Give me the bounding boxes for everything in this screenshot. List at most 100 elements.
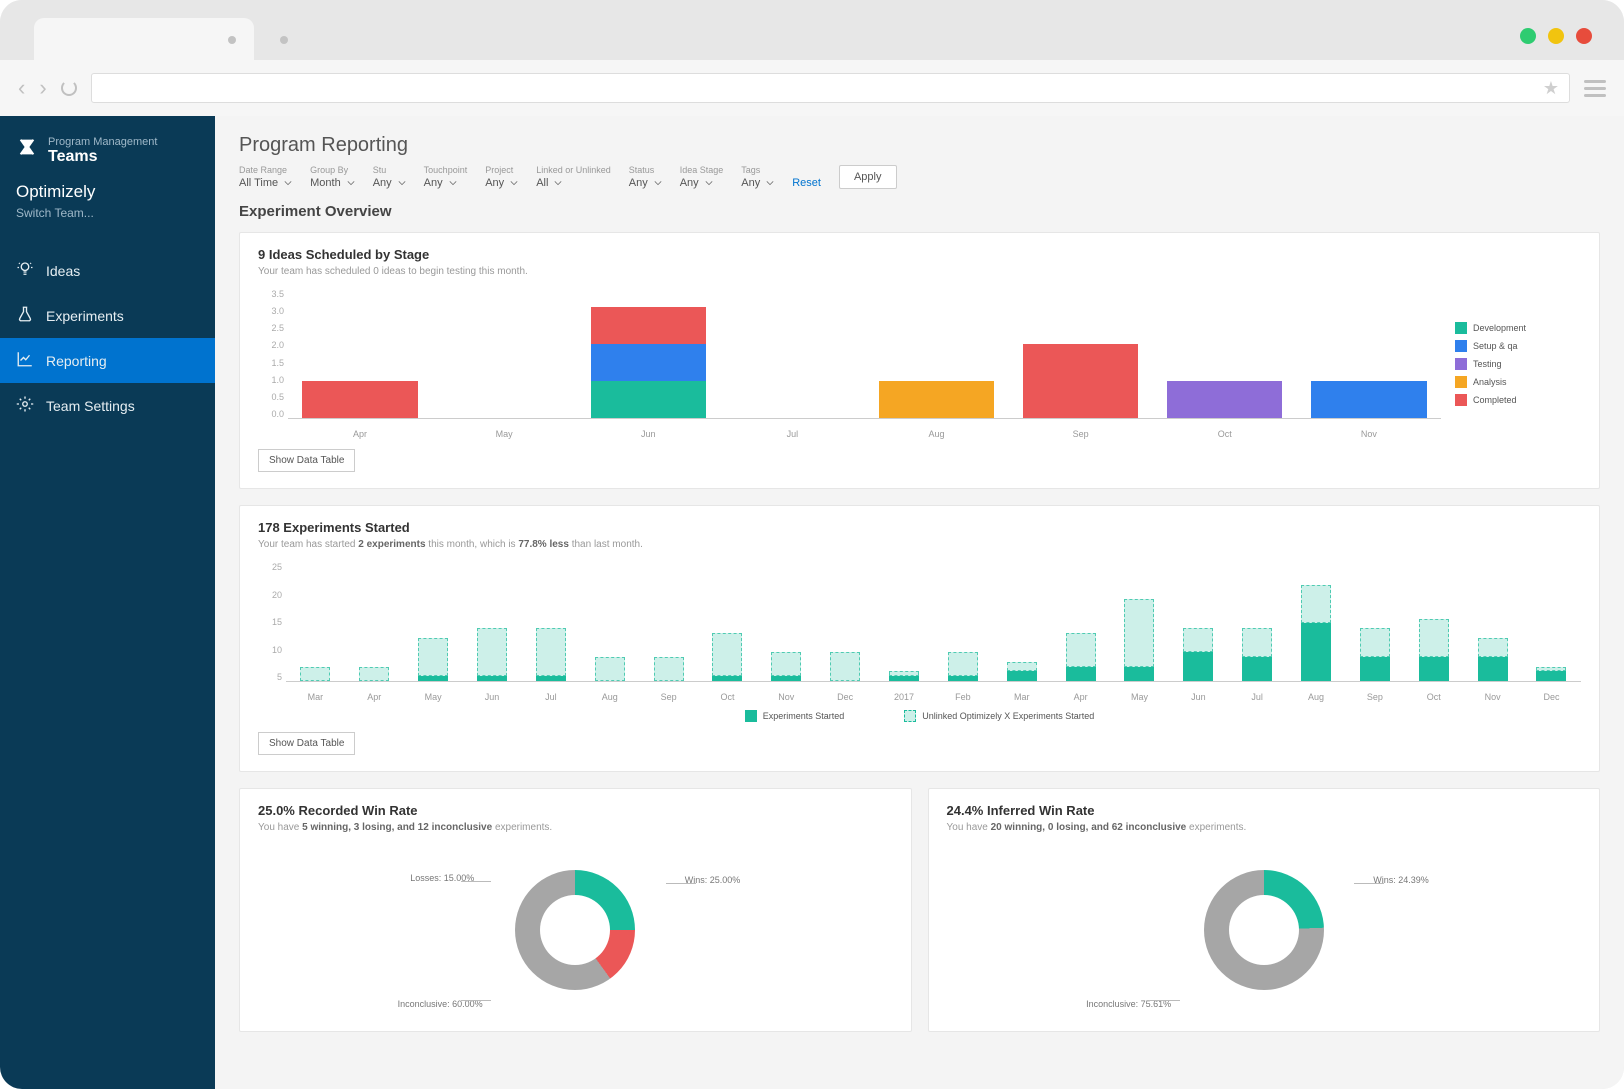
tab-strip bbox=[0, 0, 1624, 60]
url-input[interactable]: ★ bbox=[91, 73, 1570, 103]
filter-value: Any bbox=[629, 177, 648, 189]
section-title: Experiment Overview bbox=[239, 203, 1600, 220]
filter-label: Group By bbox=[310, 165, 355, 175]
chevron-down-icon bbox=[284, 179, 292, 187]
reload-icon[interactable] bbox=[61, 80, 77, 96]
switch-team-link[interactable]: Switch Team... bbox=[16, 206, 199, 220]
tab-close-icon[interactable] bbox=[228, 36, 236, 44]
chart-experiments-started: 252015105 MarAprMayJunJulAugSepOctNovDec… bbox=[258, 562, 1581, 702]
filter-value: Any bbox=[485, 177, 504, 189]
chart-ideas-by-stage: 3.53.02.52.01.51.00.50.0 AprMayJunJulAug… bbox=[258, 289, 1441, 439]
new-tab-icon[interactable] bbox=[280, 36, 288, 44]
minimize-icon[interactable] bbox=[1520, 28, 1536, 44]
filter-label: Status bbox=[629, 165, 662, 175]
filter-label: Tags bbox=[741, 165, 774, 175]
product-name: Teams bbox=[48, 148, 157, 166]
url-toolbar: ‹ › ★ bbox=[0, 60, 1624, 116]
reset-filters-link[interactable]: Reset bbox=[792, 177, 821, 189]
brand-logo-icon bbox=[16, 136, 38, 158]
card-recorded-win-rate: 25.0% Recorded Win Rate You have 5 winni… bbox=[239, 788, 912, 1032]
chevron-down-icon bbox=[347, 179, 355, 187]
filter-tags[interactable]: Tags Any bbox=[741, 165, 774, 189]
filter-touchpoint[interactable]: Touchpoint Any bbox=[424, 165, 468, 189]
chart-recorded-win-rate: Wins: 25.00% Losses: 15.00% Inconclusive… bbox=[258, 845, 893, 1015]
chevron-down-icon bbox=[654, 179, 662, 187]
filter-value: Any bbox=[741, 177, 760, 189]
bookmark-star-icon[interactable]: ★ bbox=[1543, 78, 1559, 99]
sidebar-item-ideas[interactable]: Ideas bbox=[0, 248, 215, 293]
chevron-down-icon bbox=[554, 179, 562, 187]
window-controls bbox=[1520, 28, 1592, 44]
filter-group-by[interactable]: Group By Month bbox=[310, 165, 355, 189]
chevron-down-icon bbox=[510, 179, 518, 187]
sidebar-item-label: Reporting bbox=[46, 353, 107, 369]
filter-value: Any bbox=[424, 177, 443, 189]
filter-bar: Date RangeAll TimeGroup ByMonthStuAnyTou… bbox=[239, 165, 1600, 189]
team-block: Optimizely Switch Team... bbox=[0, 178, 215, 238]
sidebar: Program Management Teams Optimizely Swit… bbox=[0, 116, 215, 1089]
browser-frame: ‹ › ★ Program Management Teams Optimizel… bbox=[0, 0, 1624, 1089]
sidebar-header: Program Management Teams bbox=[0, 116, 215, 178]
back-icon[interactable]: ‹ bbox=[18, 75, 25, 101]
card-title: 24.4% Inferred Win Rate bbox=[947, 803, 1582, 818]
lightbulb-icon bbox=[16, 260, 34, 281]
filter-value: Any bbox=[680, 177, 699, 189]
product-line: Program Management bbox=[48, 136, 157, 148]
sidebar-item-team-settings[interactable]: Team Settings bbox=[0, 383, 215, 428]
show-data-table-button[interactable]: Show Data Table bbox=[258, 449, 355, 472]
card-ideas-by-stage: 9 Ideas Scheduled by Stage Your team has… bbox=[239, 232, 1600, 489]
close-window-icon[interactable] bbox=[1576, 28, 1592, 44]
filter-label: Linked or Unlinked bbox=[536, 165, 611, 175]
gear-icon bbox=[16, 395, 34, 416]
card-subtitle: You have 20 winning, 0 losing, and 62 in… bbox=[947, 822, 1582, 833]
sidebar-nav: Ideas Experiments Reporting Team Settings bbox=[0, 248, 215, 428]
card-subtitle: You have 5 winning, 3 losing, and 12 inc… bbox=[258, 822, 893, 833]
main-content: Program Reporting Date Range All Time Grou… bbox=[215, 116, 1624, 1089]
show-data-table-button[interactable]: Show Data Table bbox=[258, 732, 355, 755]
filter-label: Idea Stage bbox=[680, 165, 724, 175]
card-title: 178 Experiments Started bbox=[258, 520, 1581, 535]
filter-status[interactable]: Status Any bbox=[629, 165, 662, 189]
forward-icon[interactable]: › bbox=[39, 75, 46, 101]
chart-inferred-win-rate: Wins: 24.39% Inconclusive: 75.61% bbox=[947, 845, 1582, 1015]
filter-value: Any bbox=[373, 177, 392, 189]
sidebar-item-experiments[interactable]: Experiments bbox=[0, 293, 215, 338]
filter-label: Date Range bbox=[239, 165, 292, 175]
card-inferred-win-rate: 24.4% Inferred Win Rate You have 20 winn… bbox=[928, 788, 1601, 1032]
sidebar-item-label: Team Settings bbox=[46, 398, 135, 414]
filter-value: All bbox=[536, 177, 548, 189]
chart-icon bbox=[16, 350, 34, 371]
filter-value: Month bbox=[310, 177, 341, 189]
apply-filters-button[interactable]: Apply bbox=[839, 165, 897, 189]
filter-value: All Time bbox=[239, 177, 278, 189]
sidebar-item-label: Ideas bbox=[46, 263, 80, 279]
card-subtitle: Your team has started 2 experiments this… bbox=[258, 539, 1581, 550]
filter-project[interactable]: Project Any bbox=[485, 165, 518, 189]
sidebar-item-label: Experiments bbox=[46, 308, 124, 324]
sidebar-item-reporting[interactable]: Reporting bbox=[0, 338, 215, 383]
filter-label: Stu bbox=[373, 165, 406, 175]
maximize-icon[interactable] bbox=[1548, 28, 1564, 44]
filter-linked-or-unlinked[interactable]: Linked or Unlinked All bbox=[536, 165, 611, 189]
menu-icon[interactable] bbox=[1584, 80, 1606, 97]
page-title: Program Reporting bbox=[239, 134, 1600, 157]
filter-date-range[interactable]: Date Range All Time bbox=[239, 165, 292, 189]
filter-label: Touchpoint bbox=[424, 165, 468, 175]
app-shell: Program Management Teams Optimizely Swit… bbox=[0, 116, 1624, 1089]
legend: Experiments Started Unlinked Optimizely … bbox=[258, 710, 1581, 722]
card-subtitle: Your team has scheduled 0 ideas to begin… bbox=[258, 266, 1581, 277]
card-experiments-started: 178 Experiments Started Your team has st… bbox=[239, 505, 1600, 772]
chevron-down-icon bbox=[705, 179, 713, 187]
card-title: 25.0% Recorded Win Rate bbox=[258, 803, 893, 818]
filter-stu[interactable]: Stu Any bbox=[373, 165, 406, 189]
flask-icon bbox=[16, 305, 34, 326]
chevron-down-icon bbox=[766, 179, 774, 187]
legend: DevelopmentSetup & qaTestingAnalysisComp… bbox=[1441, 289, 1581, 439]
chevron-down-icon bbox=[449, 179, 457, 187]
team-name: Optimizely bbox=[16, 182, 199, 202]
card-title: 9 Ideas Scheduled by Stage bbox=[258, 247, 1581, 262]
chevron-down-icon bbox=[398, 179, 406, 187]
filter-idea-stage[interactable]: Idea Stage Any bbox=[680, 165, 724, 189]
filter-label: Project bbox=[485, 165, 518, 175]
browser-tab[interactable] bbox=[34, 18, 254, 62]
